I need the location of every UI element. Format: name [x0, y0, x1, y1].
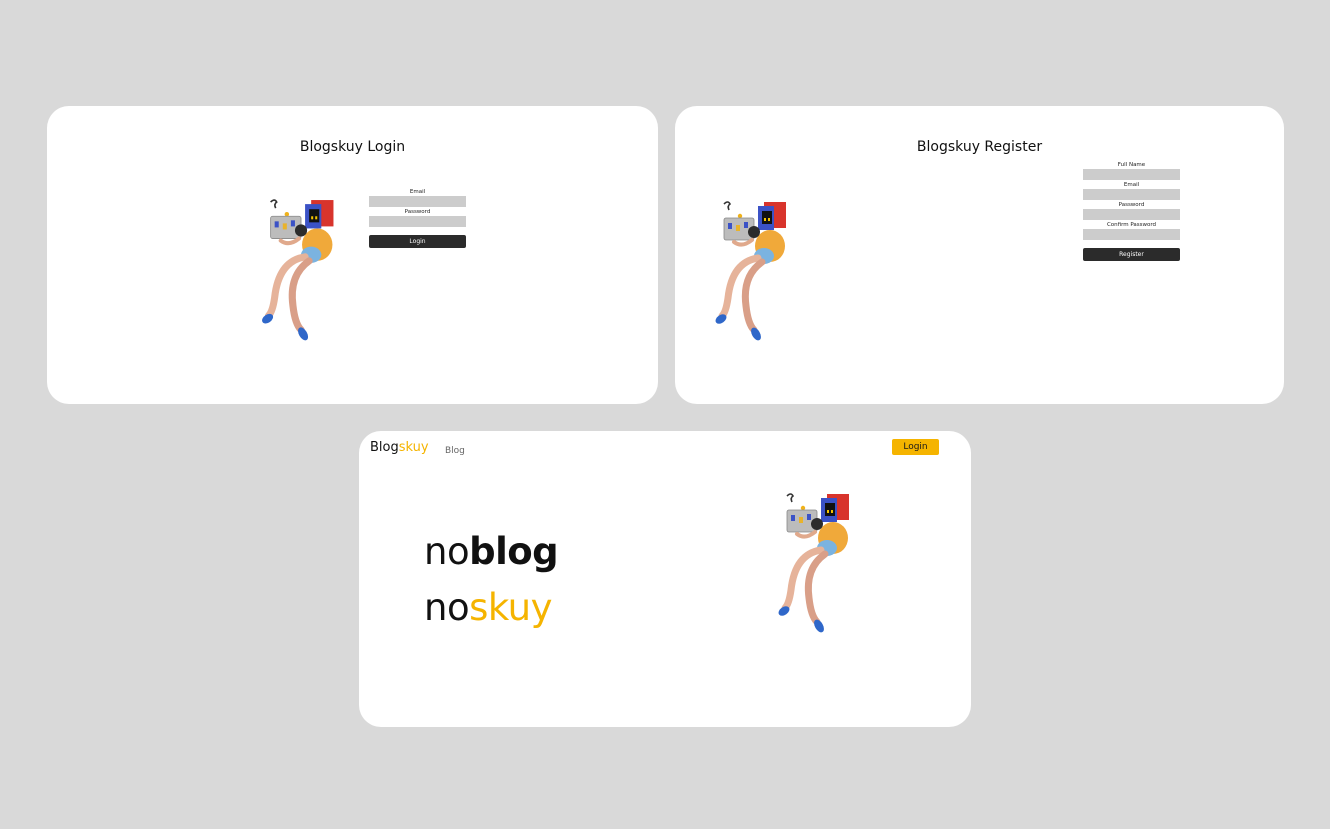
- register-illustration-image: [712, 198, 792, 344]
- login-page-title: Blogskuy Login: [299, 139, 406, 155]
- login-illustration-image: [258, 196, 340, 344]
- register-form: Full Name Email Password Confirm Passwor…: [1083, 161, 1180, 261]
- login-page-frame: Blogskuy Login: [47, 106, 658, 404]
- email-label: Email: [409, 189, 426, 195]
- register-page-title: Blogskuy Register: [916, 139, 1043, 155]
- login-submit-button[interactable]: Login: [369, 235, 466, 248]
- login-form: Email Password Login: [369, 188, 466, 248]
- register-full-name-field[interactable]: [1083, 169, 1180, 180]
- hero-line-2-accent: skuy: [469, 586, 553, 629]
- password-label: Password: [1118, 202, 1145, 208]
- home-illustration-image: [770, 490, 860, 636]
- hero-line-2-prefix: no: [424, 586, 470, 629]
- home-page-frame: [359, 431, 971, 727]
- hero-line-2: noskuy: [424, 586, 553, 630]
- email-label: Email: [1123, 182, 1140, 188]
- nav-link-blog[interactable]: Blog: [445, 446, 465, 456]
- brand-prefix: Blog: [370, 440, 399, 455]
- brand-suffix: skuy: [398, 440, 429, 455]
- full-name-label: Full Name: [1117, 162, 1146, 168]
- register-submit-button[interactable]: Register: [1083, 248, 1180, 261]
- hero-line-1-bold: blog: [469, 530, 559, 573]
- hero-line-1-prefix: no: [424, 530, 470, 573]
- register-confirm-password-field[interactable]: [1083, 229, 1180, 240]
- register-email-field[interactable]: [1083, 189, 1180, 200]
- password-label: Password: [404, 209, 431, 215]
- login-email-field[interactable]: [369, 196, 466, 207]
- nav-login-button[interactable]: Login: [892, 439, 939, 455]
- confirm-password-label: Confirm Password: [1106, 222, 1157, 228]
- login-password-field[interactable]: [369, 216, 466, 227]
- hero-line-1: noblog: [424, 530, 559, 574]
- brand-logo[interactable]: Blogskuy: [370, 440, 429, 455]
- register-password-field[interactable]: [1083, 209, 1180, 220]
